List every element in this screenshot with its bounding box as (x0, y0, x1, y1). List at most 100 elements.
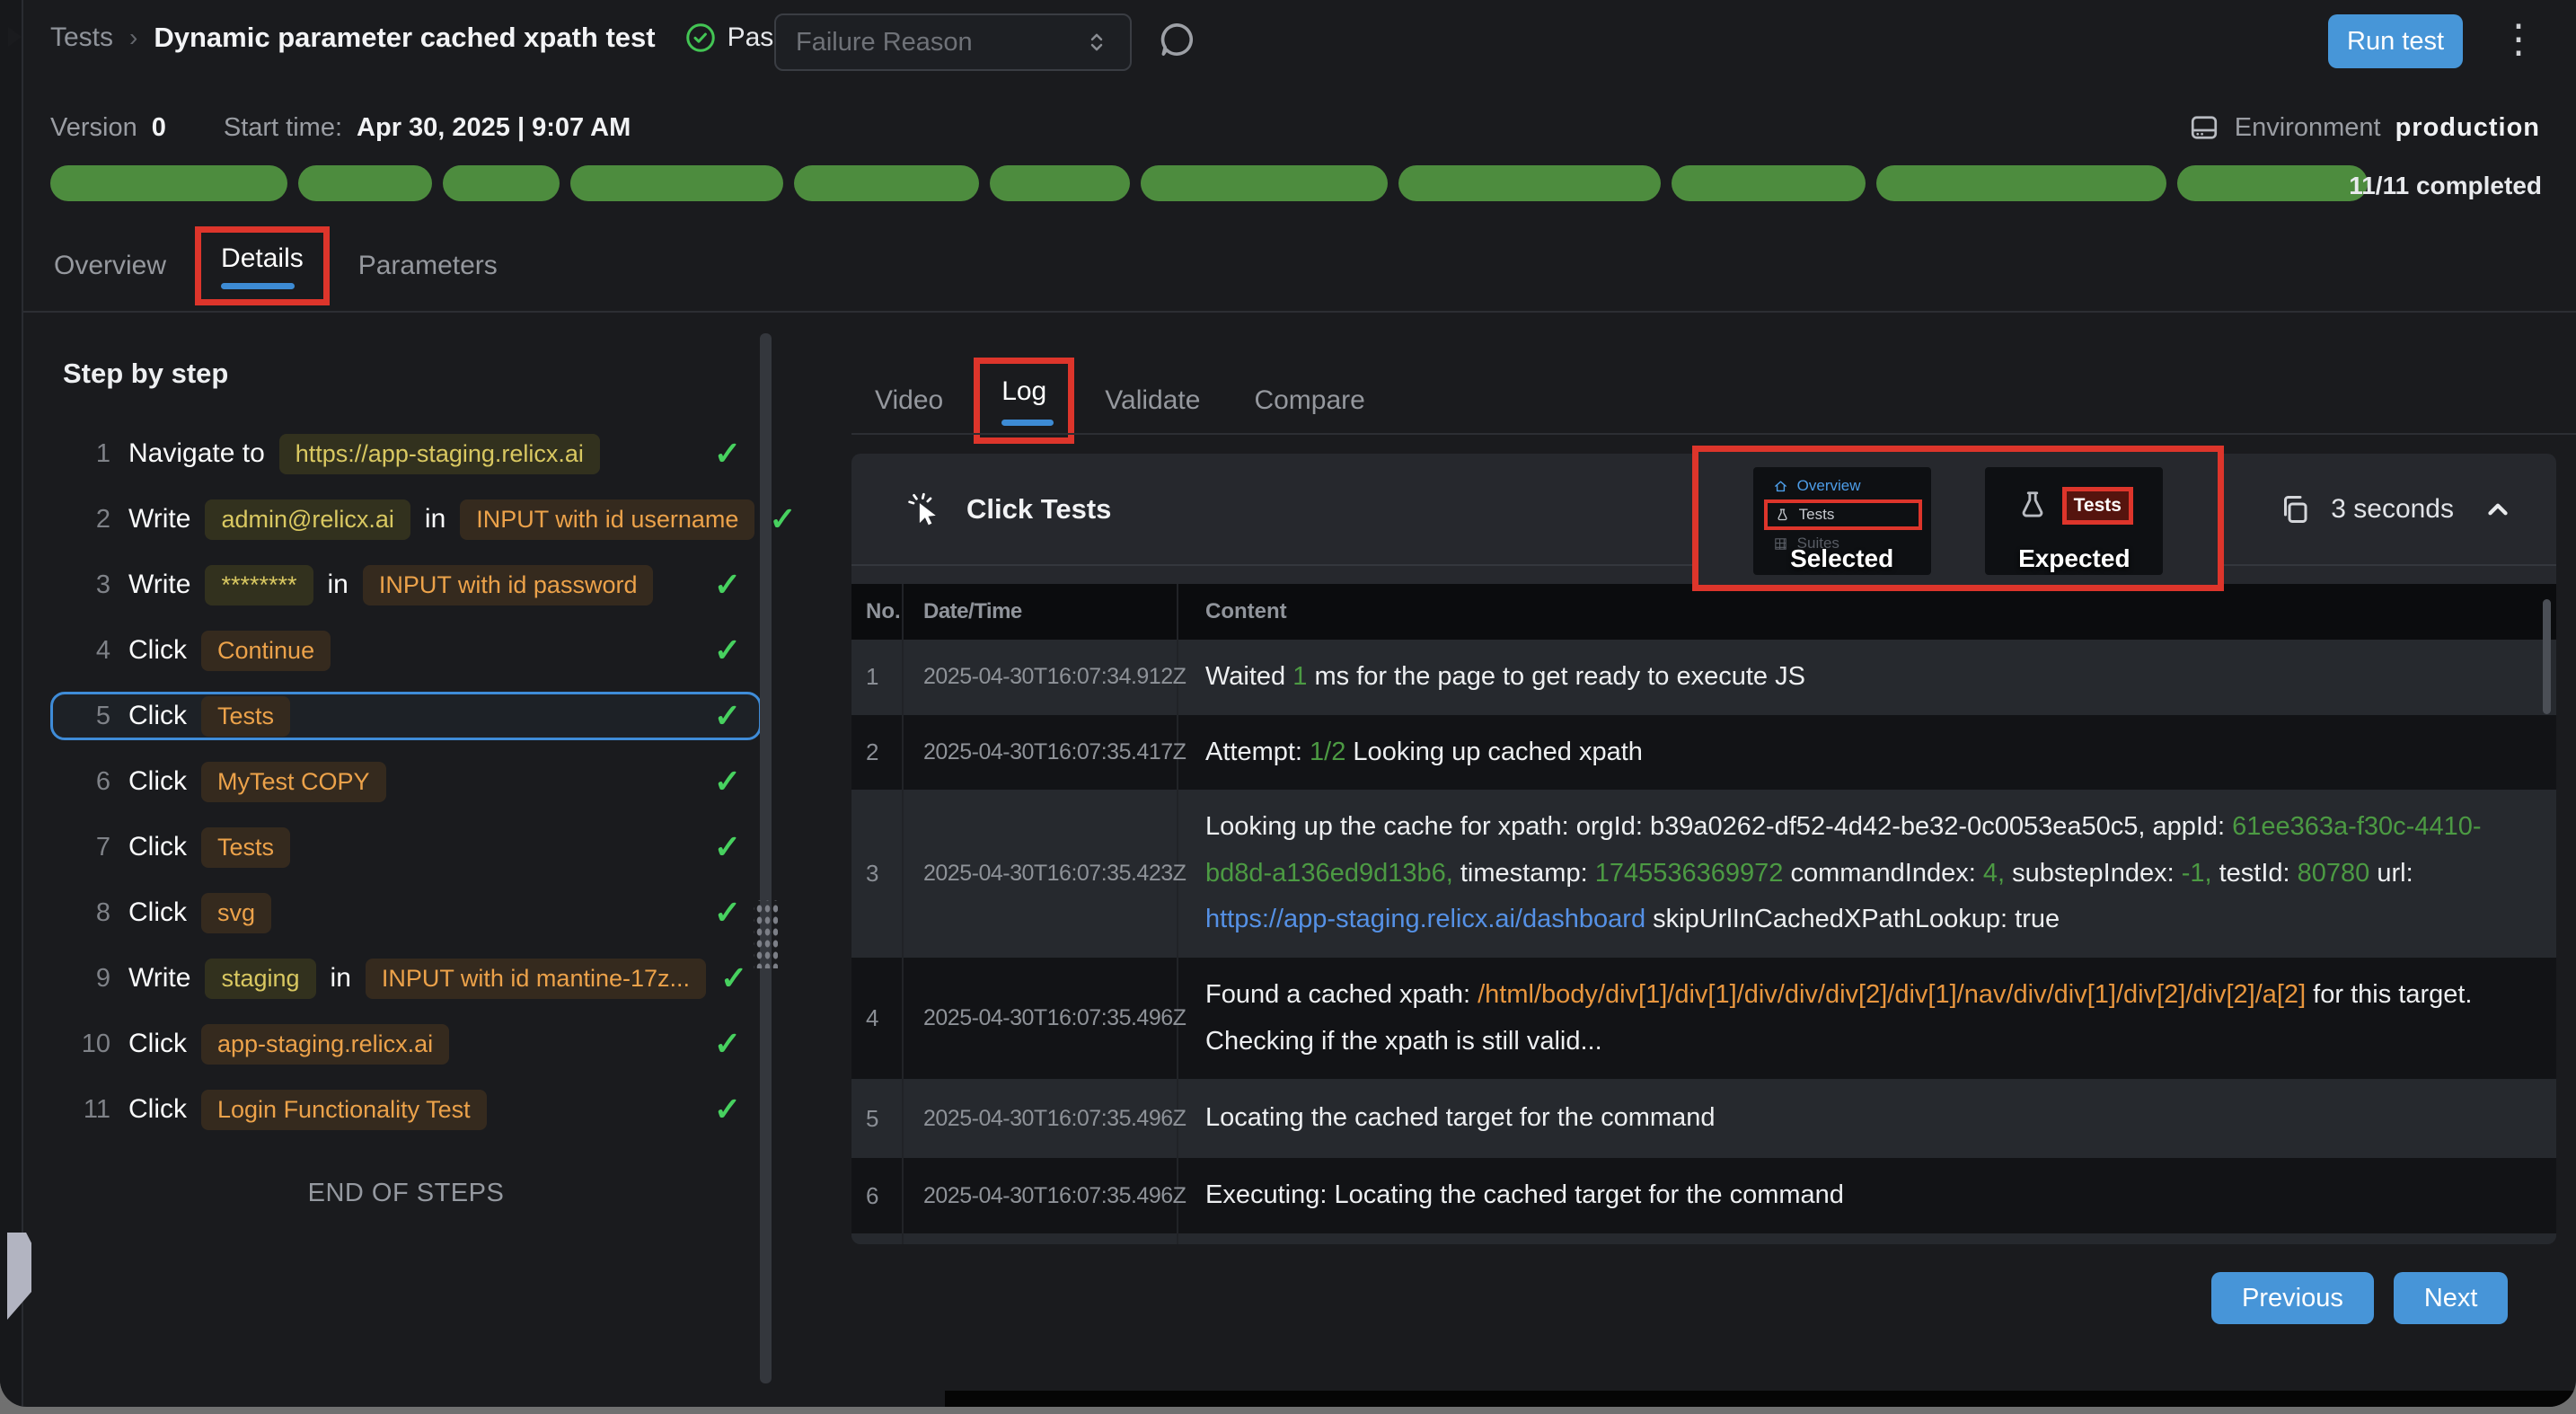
step-chip: staging (205, 959, 315, 999)
check-icon: ✓ (714, 894, 741, 932)
log-text-plain: testId: (2212, 859, 2298, 888)
previous-button[interactable]: Previous (2211, 1272, 2374, 1324)
check-icon: ✓ (714, 566, 741, 604)
run-test-button[interactable]: Run test (2328, 14, 2463, 68)
tab-video[interactable]: Video (851, 369, 966, 432)
log-text-plain: Found a cached xpath: (1205, 980, 1478, 1009)
home-icon (1773, 479, 1788, 494)
tab-validate[interactable]: Validate (1081, 369, 1223, 432)
step-number: 6 (71, 767, 110, 797)
app-window: Tests › Dynamic parameter cached xpath t… (0, 0, 2576, 1407)
end-of-steps-label: END OF STEPS (50, 1179, 762, 1208)
progress-segment (298, 165, 432, 201)
step-action: Navigate to (128, 438, 265, 469)
progress-segment (1672, 165, 1866, 201)
log-text-green: 4, (1983, 859, 2005, 888)
step-chip: INPUT with id username (460, 499, 754, 540)
tab-compare[interactable]: Compare (1231, 369, 1388, 432)
detail-tabs-divider (851, 433, 2576, 435)
check-icon: ✓ (769, 500, 796, 538)
step-number: 5 (71, 702, 110, 731)
failure-reason-select[interactable]: Failure Reason (774, 13, 1132, 71)
duration-block: 3 seconds (2279, 493, 2513, 526)
step-row[interactable]: 2Writeadmin@relicx.aiinINPUT with id use… (50, 495, 762, 544)
progress-bar (50, 165, 2368, 201)
log-row-content-cell: Attempt: 1/2 Looking up cached xpath (1178, 715, 2556, 791)
log-text-plain: Waited (1205, 662, 1292, 691)
step-row[interactable]: 5ClickTests✓ (50, 692, 762, 740)
thumb-menu-item-tests: Tests (1764, 499, 1922, 530)
tab-details[interactable]: Details (221, 243, 304, 273)
breadcrumb-tests-link[interactable]: Tests (50, 22, 113, 53)
tab-overview[interactable]: Overview (31, 234, 190, 297)
step-connector: in (328, 570, 348, 600)
log-text-green: 1 (1292, 662, 1307, 691)
comment-icon[interactable] (1157, 20, 1196, 59)
log-text-green: -1, (2182, 859, 2212, 888)
tab-parameters[interactable]: Parameters (335, 234, 521, 297)
step-row[interactable]: 3Write********inINPUT with id password✓ (50, 561, 762, 609)
step-number: 4 (71, 636, 110, 666)
panel-scrollbar[interactable] (760, 333, 772, 1383)
environment-value: production (2395, 113, 2540, 143)
start-time-label: Start time: (224, 113, 342, 143)
step-number: 10 (71, 1030, 110, 1059)
step-number: 2 (71, 505, 110, 535)
log-table-header: No. Date/Time Content (851, 584, 2556, 640)
step-row[interactable]: 10Clickapp-staging.relicx.ai✓ (50, 1020, 762, 1068)
log-row-content-cell: Executing: Locating the cached target fo… (1178, 1158, 2556, 1233)
flask-icon (1775, 508, 1790, 523)
left-rail (0, 0, 23, 1407)
step-chip: MyTest COPY (201, 762, 386, 802)
check-icon: ✓ (714, 1091, 741, 1128)
select-chevrons-icon (1083, 29, 1110, 56)
step-row[interactable]: 9WritestaginginINPUT with id mantine-17z… (50, 954, 762, 1003)
log-text-plain: commandIndex: (1783, 859, 1982, 888)
environment-drive-icon (2188, 111, 2220, 144)
steps-title: Step by step (63, 358, 762, 390)
check-circle-icon (684, 22, 717, 54)
next-button[interactable]: Next (2394, 1272, 2509, 1324)
step-row[interactable]: 11ClickLogin Functionality Test✓ (50, 1085, 762, 1134)
step-row[interactable]: 6ClickMyTest COPY✓ (50, 757, 762, 806)
step-chip: https://app-staging.relicx.ai (279, 434, 600, 474)
step-chip: Tests (201, 827, 290, 868)
step-row[interactable]: 4ClickContinue✓ (50, 626, 762, 675)
kebab-menu-icon[interactable]: ⋮ (2499, 13, 2535, 66)
annotation-box-details-tab: Details (195, 226, 330, 305)
log-rows: 12025-04-30T16:07:34.912ZWaited 1 ms for… (851, 640, 2556, 1244)
log-row-number: 1 (851, 640, 904, 715)
log-text-plain: Attempt: (1205, 738, 1310, 766)
check-icon: ✓ (714, 1025, 741, 1063)
copy-icon[interactable] (2279, 493, 2311, 526)
tabs-divider (23, 311, 2576, 313)
step-chip: INPUT with id password (363, 565, 654, 605)
step-number: 3 (71, 570, 110, 600)
col-datetime: Date/Time (904, 584, 1178, 640)
annotation-box-thumbnails: OverviewTestsSuites Selected Tests Expec… (1692, 446, 2224, 591)
tab-log[interactable]: Log (1001, 376, 1046, 406)
log-text-orange: /html/body/div[1]/div[1]/div/div/div[2]/… (1478, 980, 2306, 1009)
log-row-number: 7 (851, 1233, 904, 1244)
log-row: 52025-04-30T16:07:35.496ZLocating the ca… (851, 1079, 2556, 1158)
selected-thumbnail-menu: OverviewTestsSuites (1753, 467, 1931, 557)
log-scrollbar-thumb[interactable] (2543, 599, 2551, 714)
selected-thumbnail[interactable]: OverviewTestsSuites Selected (1753, 467, 1931, 575)
log-row: 42025-04-30T16:07:35.496ZFound a cached … (851, 958, 2556, 1079)
check-icon: ✓ (714, 632, 741, 669)
expected-thumbnail[interactable]: Tests Expected (1985, 467, 2163, 575)
log-text-plain: timestamp: (1453, 859, 1595, 888)
step-row[interactable]: 1Navigate tohttps://app-staging.relicx.a… (50, 429, 762, 478)
step-row[interactable]: 8Clicksvg✓ (50, 888, 762, 937)
collapse-chevron-icon[interactable] (2474, 494, 2513, 525)
step-row[interactable]: 7ClickTests✓ (50, 823, 762, 871)
log-text-plain: Executing: Locating the cached target fo… (1205, 1180, 1844, 1209)
log-text-green: 1745536369972 (1595, 859, 1784, 888)
log-row-text: Locating the cached target for the comma… (1205, 1095, 1715, 1142)
log-text-link[interactable]: https://app-staging.relicx.ai/dashboard (1205, 905, 1645, 933)
progress-completed-label: 11/11 completed (2349, 172, 2542, 200)
panel-resize-handle[interactable] (754, 900, 778, 968)
check-icon: ✓ (714, 697, 741, 735)
step-action: Click (128, 897, 187, 928)
log-row-number: 3 (851, 790, 904, 958)
